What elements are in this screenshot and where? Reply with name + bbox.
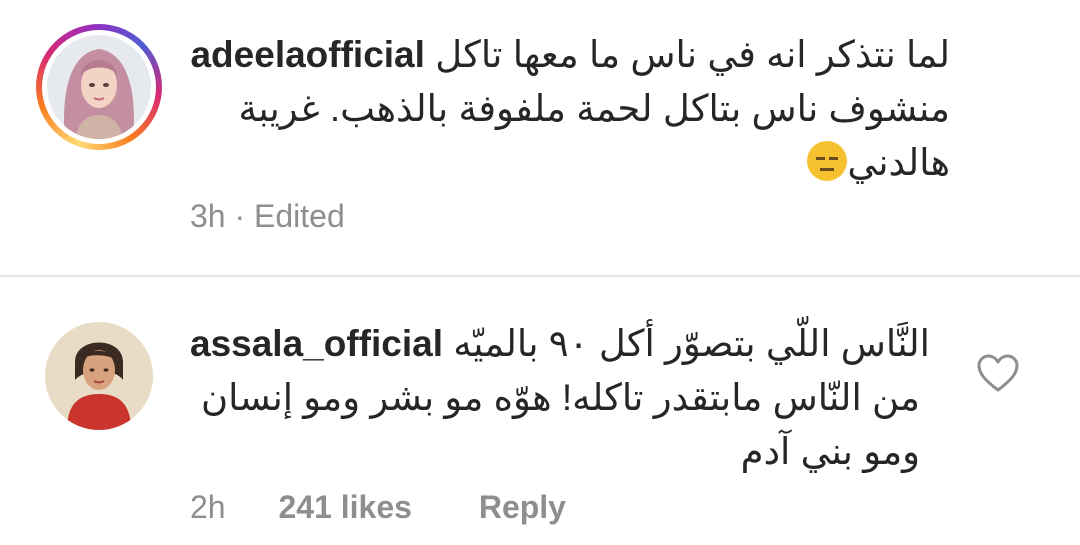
comment-text-line: منشوف ناس بتاكل لحمة ملفوفة بالذهب. غريب…: [238, 88, 950, 129]
edited-label: · Edited: [234, 198, 345, 234]
comment-username[interactable]: assala_official: [190, 323, 443, 364]
comment-timestamp: 3h: [190, 198, 226, 234]
comment-text-line: هالدني: [847, 142, 950, 183]
comment-meta: 2h 241 likes Reply: [190, 489, 566, 526]
comment-text-line: ومو بني آدم: [740, 431, 920, 472]
comment-text-line: لما نتذكر انه في ناس ما معها تاكل: [435, 34, 950, 75]
comment-username[interactable]: adeelaofficial: [190, 34, 424, 75]
comment-body: adeelaofficial لما نتذكر انه في ناس ما م…: [190, 28, 950, 190]
avatar: [47, 35, 151, 139]
avatar[interactable]: [45, 322, 153, 430]
heart-outline-icon: [977, 354, 1019, 392]
comment-timestamp: 2h: [190, 489, 226, 525]
comment-text-line: النَّاس اللّي بتصوّر أكل ٩٠ بالميّه: [453, 323, 930, 364]
comment-body: assala_official النَّاس اللّي بتصوّر أكل…: [190, 317, 930, 479]
comment-text-line: من النّاس مابتقدر تاكله! هوّه مو بشر ومو…: [201, 377, 920, 418]
reply-button[interactable]: Reply: [479, 489, 566, 525]
likes-count[interactable]: 241 likes: [278, 489, 411, 525]
comment-item: adeelaofficial لما نتذكر انه في ناس ما م…: [0, 0, 1080, 276]
comment-item: assala_official النَّاس اللّي بتصوّر أكل…: [0, 277, 1080, 545]
expressionless-face-emoji-icon: [807, 141, 848, 181]
comment-meta: 3h · Edited: [190, 198, 345, 235]
story-ring-avatar[interactable]: [36, 24, 162, 150]
like-button[interactable]: [976, 353, 1020, 393]
comment-text-line-wrap: هالدني: [190, 136, 950, 190]
